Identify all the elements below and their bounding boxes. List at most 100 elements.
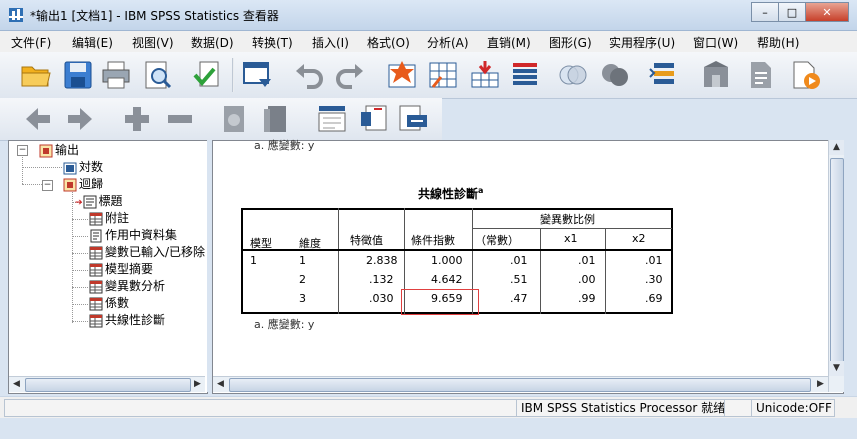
tree-node-log[interactable]: 対数 <box>63 159 103 175</box>
processor-status: IBM SPSS Statistics Processor 就绪 <box>516 399 726 417</box>
minimize-button[interactable]: – <box>751 2 779 22</box>
collapse-minus-icon[interactable] <box>164 103 196 135</box>
status-blank <box>724 399 754 417</box>
menu-data[interactable]: 数据(D) <box>191 34 234 51</box>
pivot-table-icon <box>89 314 103 327</box>
print-preview-icon[interactable] <box>141 59 173 91</box>
scrollbar-thumb[interactable] <box>25 378 191 392</box>
outline-pane[interactable]: − 输出 対数 − 迴歸 ➔ 標題 附註 作用中資料集 變數已輸入/已移除 模型摘… <box>8 140 208 394</box>
menu-utilities[interactable]: 实用程序(U) <box>609 34 675 51</box>
tree-node-collinearity[interactable]: 共線性診斷 <box>89 312 165 328</box>
tree-line <box>72 236 88 237</box>
cell-const-proportion: .47 <box>510 292 528 305</box>
table-title[interactable]: 共線性診斷a <box>418 185 483 202</box>
content-vertical-scrollbar[interactable]: ▲ ▼ <box>828 140 844 392</box>
hide-icon[interactable] <box>260 103 292 135</box>
header-model: 模型 <box>250 237 272 250</box>
menu-insert[interactable]: 插入(I) <box>312 34 349 51</box>
cell-model: 1 <box>250 254 257 267</box>
tree-node-model-summary[interactable]: 模型摘要 <box>89 261 153 277</box>
insert-text-icon[interactable] <box>397 103 429 135</box>
tree-label: 共線性診斷 <box>105 313 166 327</box>
tree-line <box>22 167 62 168</box>
menu-help[interactable]: 帮助(H) <box>757 34 799 51</box>
scroll-right-icon[interactable]: ▶ <box>190 377 205 392</box>
spell-check-icon[interactable] <box>648 59 680 91</box>
cell-eigenvalue: .132 <box>369 273 394 286</box>
show-icon[interactable] <box>218 103 250 135</box>
insert-title-icon[interactable] <box>358 103 390 135</box>
tree-node-variables-entered[interactable]: 變數已輸入/已移除 <box>89 244 205 260</box>
scroll-down-icon[interactable]: ▼ <box>829 361 844 376</box>
outline-horizontal-scrollbar[interactable]: ◀ ▶ <box>9 376 205 392</box>
table-grid-line <box>472 228 672 229</box>
save-icon[interactable] <box>62 59 94 91</box>
menu-format[interactable]: 格式(O) <box>367 34 410 51</box>
menu-analyze[interactable]: 分析(A) <box>427 34 469 51</box>
tree-label: 變數已輸入/已移除 <box>105 245 206 259</box>
tree-label: 対数 <box>79 160 104 174</box>
pivot-table-icon <box>89 280 103 293</box>
content-horizontal-scrollbar[interactable]: ◀ ▶ <box>213 376 828 392</box>
menu-graphs[interactable]: 图形(G) <box>549 34 592 51</box>
goto-data-icon[interactable] <box>386 59 418 91</box>
cell-const-proportion: .01 <box>510 254 528 267</box>
menu-window[interactable]: 窗口(W) <box>693 34 738 51</box>
tree-node-active-dataset[interactable]: 作用中資料集 <box>89 227 177 243</box>
header-constant: （常數） <box>475 234 519 247</box>
tree-node-coefficients[interactable]: 係數 <box>89 295 129 311</box>
menu-view[interactable]: 视图(V) <box>132 34 174 51</box>
tree-collapse-toggle[interactable]: − <box>42 180 53 191</box>
demote-arrow-icon[interactable] <box>64 103 96 135</box>
scrollbar-thumb[interactable] <box>830 158 844 366</box>
cell-dimension: 2 <box>299 273 306 286</box>
tree-label: 模型摘要 <box>105 262 154 276</box>
variables-icon[interactable] <box>509 59 541 91</box>
scroll-left-icon[interactable]: ◀ <box>213 377 228 392</box>
close-button[interactable]: ✕ <box>805 2 849 22</box>
tree-node-notes[interactable]: 附註 <box>89 210 129 226</box>
tree-label: 作用中資料集 <box>105 228 178 242</box>
script-icon[interactable] <box>745 59 777 91</box>
spss-app-icon[interactable] <box>8 7 24 23</box>
scrollbar-thumb[interactable] <box>229 378 811 392</box>
menu-transform[interactable]: 转换(T) <box>252 34 293 51</box>
tree-collapse-toggle[interactable]: − <box>17 145 28 156</box>
scroll-left-icon[interactable]: ◀ <box>9 377 24 392</box>
print-icon[interactable] <box>100 59 132 91</box>
recall-dialog-icon[interactable] <box>241 59 273 91</box>
show-all-icon[interactable] <box>599 59 631 91</box>
scroll-right-icon[interactable]: ▶ <box>813 377 828 392</box>
tree-node-output[interactable]: 输出 <box>39 142 79 158</box>
tree-node-regression[interactable]: 迴歸 <box>63 176 103 192</box>
export-icon[interactable] <box>192 59 224 91</box>
table-title-superscript: a <box>478 186 484 195</box>
maximize-button[interactable]: □ <box>778 2 806 22</box>
menu-direct-marketing[interactable]: 直销(M) <box>487 34 531 51</box>
table-title-text: 共線性診斷 <box>418 187 479 201</box>
notes-table-icon <box>89 212 103 225</box>
insert-heading-icon[interactable] <box>316 103 348 135</box>
previous-footnote: a. 應變數: y <box>254 139 315 152</box>
toolbar-separator <box>232 58 234 92</box>
scroll-up-icon[interactable]: ▲ <box>829 140 844 155</box>
table-grid-line <box>338 208 339 314</box>
tree-label: 输出 <box>55 143 80 157</box>
menu-edit[interactable]: 编辑(E) <box>72 34 113 51</box>
redo-icon[interactable] <box>334 59 366 91</box>
expand-plus-icon[interactable] <box>121 103 153 135</box>
goto-case-icon[interactable] <box>427 59 459 91</box>
open-folder-icon[interactable] <box>20 59 52 91</box>
header-eigenvalue: 特徵值 <box>350 234 383 247</box>
undo-icon[interactable] <box>293 59 325 91</box>
cell-x1-proportion: .99 <box>578 292 596 305</box>
promote-arrow-icon[interactable] <box>22 103 54 135</box>
goto-variable-icon[interactable] <box>469 59 501 91</box>
text-output-icon[interactable] <box>790 59 822 91</box>
tree-node-title[interactable]: ➔ 標題 <box>75 193 123 209</box>
menu-file[interactable]: 文件(F) <box>11 34 51 51</box>
designate-window-icon[interactable] <box>700 59 732 91</box>
cell-x2-proportion: .01 <box>645 254 663 267</box>
tree-node-anova[interactable]: 變異數分析 <box>89 278 165 294</box>
use-sets-icon[interactable] <box>557 59 589 91</box>
